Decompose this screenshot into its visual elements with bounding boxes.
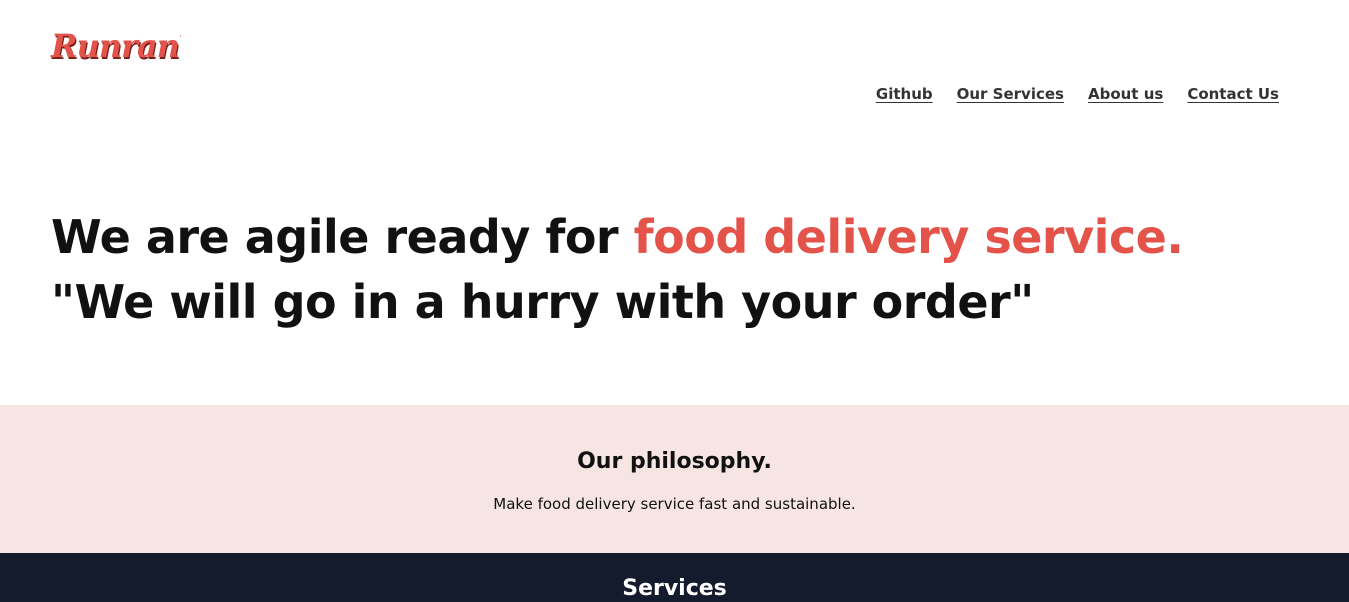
- hero-headline-accent: food delivery service.: [633, 210, 1184, 264]
- nav-link-our-services[interactable]: Our Services: [957, 85, 1064, 103]
- nav-link-contact-us[interactable]: Contact Us: [1187, 85, 1279, 103]
- main-nav: Github Our Services About us Contact Us: [876, 85, 1279, 103]
- hero-tagline: "We will go in a hurry with your order": [51, 275, 1034, 329]
- philosophy-text: Make food delivery service fast and sust…: [493, 495, 856, 513]
- hero-headline-prefix: We are agile ready for: [51, 210, 634, 264]
- services-title: Services: [622, 576, 727, 601]
- flame-icon: [180, 35, 181, 37]
- services-section: Services: [0, 553, 1349, 602]
- hero-section: We are agile ready for food delivery ser…: [51, 205, 1301, 335]
- hero-headline: We are agile ready for food delivery ser…: [51, 205, 1301, 270]
- site-header: Runran Github Our Services About us Cont…: [0, 0, 1349, 150]
- philosophy-title: Our philosophy.: [577, 449, 772, 474]
- nav-link-about-us[interactable]: About us: [1088, 85, 1163, 103]
- logo-text: Runran: [51, 27, 180, 65]
- page: Runran Github Our Services About us Cont…: [0, 0, 1349, 602]
- nav-link-github[interactable]: Github: [876, 85, 933, 103]
- logo[interactable]: Runran: [51, 26, 181, 68]
- philosophy-section: Our philosophy. Make food delivery servi…: [0, 405, 1349, 553]
